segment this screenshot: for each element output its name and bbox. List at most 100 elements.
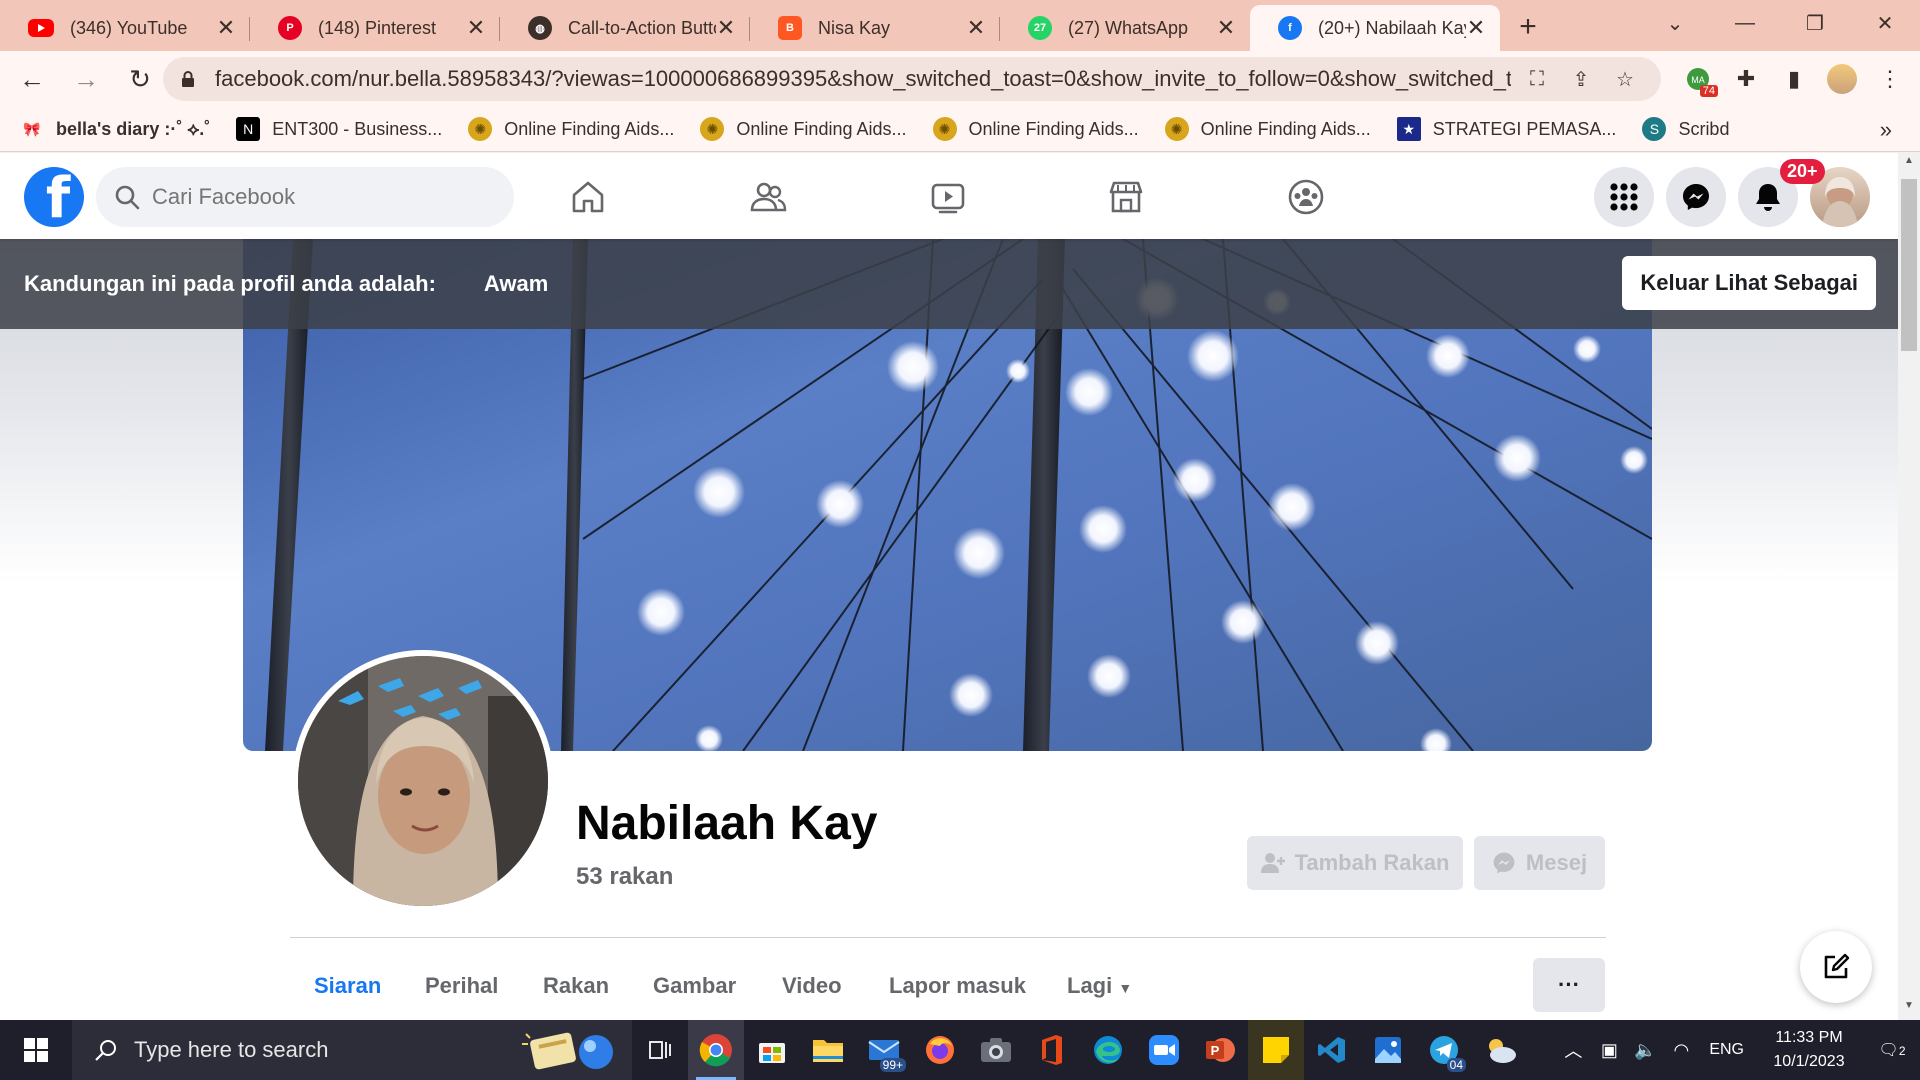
task-view-icon[interactable]	[632, 1020, 688, 1080]
extension-icon[interactable]: MA 74	[1674, 55, 1722, 103]
close-icon[interactable]: ✕	[1216, 15, 1236, 41]
scroll-up-arrow[interactable]: ▲	[1898, 155, 1920, 175]
bookmark-label: bella's diary :·˚ ⟡.˚	[56, 118, 211, 139]
profile-avatar[interactable]	[1818, 55, 1866, 103]
chevron-up-icon[interactable]: ︿	[1555, 1037, 1591, 1063]
bookmark-item[interactable]: 🎀 bella's diary :·˚ ⟡.˚	[20, 117, 210, 141]
sticky-notes-icon[interactable]	[1248, 1020, 1304, 1080]
messenger-button[interactable]	[1666, 167, 1726, 227]
page-scrollbar[interactable]: ▲ ▼	[1898, 153, 1920, 1020]
marketplace-tab[interactable]	[1066, 167, 1186, 227]
watch-tab[interactable]	[888, 167, 1008, 227]
tab-whatsapp[interactable]: 27 (27) WhatsApp ✕	[1000, 5, 1250, 51]
bookmarks-overflow-button[interactable]: »	[1880, 117, 1892, 143]
marketplace-icon	[1109, 181, 1143, 213]
tab-title: (346) YouTube	[70, 17, 188, 38]
bookmark-item[interactable]: ✺ Online Finding Aids...	[932, 117, 1139, 141]
minimize-button[interactable]: —	[1710, 0, 1780, 46]
new-tab-button[interactable]: +	[1508, 7, 1548, 47]
bookmark-item[interactable]: N ENT300 - Business...	[236, 117, 442, 141]
friend-count[interactable]: 53 rakan	[576, 863, 673, 891]
reload-button[interactable]: ↻	[118, 57, 162, 101]
bookmark-item[interactable]: ✺ Online Finding Aids...	[1164, 117, 1371, 141]
photos-icon[interactable]	[1360, 1020, 1416, 1080]
search-input[interactable]	[152, 184, 472, 210]
firefox-icon[interactable]	[912, 1020, 968, 1080]
puzzle-icon[interactable]: ✚	[1722, 55, 1770, 103]
new-message-button[interactable]	[1800, 931, 1872, 1003]
volume-icon[interactable]: 🔈	[1627, 1040, 1663, 1061]
clock[interactable]: 11:33 PM 10/1/2023	[1754, 1026, 1864, 1074]
profile-more-button[interactable]: ···	[1533, 958, 1605, 1012]
menu-kebab-icon[interactable]: ⋮	[1866, 55, 1914, 103]
close-icon[interactable]: ✕	[466, 15, 486, 41]
add-friend-button[interactable]: Tambah Rakan	[1247, 836, 1463, 890]
file-explorer-icon[interactable]	[800, 1020, 856, 1080]
facebook-search[interactable]	[96, 167, 514, 227]
language-indicator[interactable]: ENG	[1709, 1041, 1744, 1059]
bookmark-item[interactable]: ★ STRATEGI PEMASA...	[1396, 117, 1616, 141]
bookmark-item[interactable]: ✺ Online Finding Aids...	[468, 117, 674, 141]
menu-button[interactable]	[1594, 167, 1654, 227]
friends-tab[interactable]	[708, 167, 828, 227]
tab-search-icon[interactable]: ⌄	[1640, 0, 1710, 46]
tab-about[interactable]: Perihal	[425, 973, 498, 999]
zoom-icon[interactable]	[1136, 1020, 1192, 1080]
tab-friends[interactable]: Rakan	[543, 973, 609, 999]
close-icon[interactable]: ✕	[966, 15, 986, 41]
microsoft-store-icon[interactable]	[744, 1020, 800, 1080]
close-icon[interactable]: ✕	[216, 15, 236, 41]
notion-icon: N	[236, 117, 261, 141]
side-panel-icon[interactable]: ▮	[1770, 55, 1818, 103]
mail-badge: 99+	[879, 1058, 906, 1072]
mail-icon[interactable]: 99+	[856, 1020, 912, 1080]
start-button[interactable]	[0, 1020, 72, 1080]
powerpoint-icon[interactable]: P	[1192, 1020, 1248, 1080]
weather-icon[interactable]	[1472, 1020, 1528, 1080]
home-tab[interactable]	[528, 167, 648, 227]
seal-icon: ✺	[700, 117, 725, 141]
bookmark-item[interactable]: S Scribd	[1642, 117, 1729, 141]
translate-icon[interactable]: ⛶	[1519, 68, 1555, 91]
browser-tab-strip: (346) YouTube ✕ P (148) Pinterest ✕ ◍ Ca…	[0, 0, 1920, 51]
edge-icon[interactable]	[1080, 1020, 1136, 1080]
restore-button[interactable]: ❐	[1780, 0, 1850, 46]
tab-videos[interactable]: Video	[782, 973, 842, 999]
tab-posts[interactable]: Siaran	[314, 973, 381, 999]
tab-photos[interactable]: Gambar	[653, 973, 736, 999]
facebook-logo[interactable]: f	[24, 167, 84, 227]
tab-more[interactable]: Lagi ▼	[1067, 973, 1132, 999]
message-button[interactable]: Mesej	[1474, 836, 1605, 890]
profile-name: Nabilaah Kay	[576, 797, 878, 850]
profile-picture[interactable]	[298, 656, 548, 906]
tab-youtube[interactable]: (346) YouTube ✕	[0, 5, 250, 51]
scrollbar-thumb[interactable]	[1901, 179, 1917, 351]
wifi-icon[interactable]: ◠	[1663, 1040, 1699, 1061]
share-icon[interactable]: ⇪	[1563, 67, 1599, 92]
office-icon[interactable]	[1024, 1020, 1080, 1080]
bookmark-star-icon[interactable]: ☆	[1607, 67, 1643, 92]
close-window-button[interactable]: ✕	[1850, 0, 1920, 46]
groups-tab[interactable]	[1246, 167, 1366, 227]
address-bar[interactable]: facebook.com/nur.bella.58958343/?viewas=…	[163, 57, 1661, 101]
tab-pinterest[interactable]: P (148) Pinterest ✕	[250, 5, 500, 51]
bookmark-item[interactable]: ✺ Online Finding Aids...	[700, 117, 907, 141]
tab-call-to-action[interactable]: ◍ Call-to-Action Butto ✕	[500, 5, 750, 51]
vscode-icon[interactable]	[1304, 1020, 1360, 1080]
camera-icon[interactable]	[968, 1020, 1024, 1080]
notification-center-icon[interactable]: 🗨2	[1864, 1040, 1920, 1060]
taskbar-search[interactable]: Type here to search	[72, 1020, 632, 1080]
star-flag-icon: ★	[1396, 117, 1421, 141]
close-icon[interactable]: ✕	[1466, 15, 1486, 41]
scroll-down-arrow[interactable]: ▼	[1898, 1000, 1920, 1020]
tab-facebook[interactable]: f (20+) Nabilaah Kay ✕	[1250, 5, 1500, 51]
tab-check-ins[interactable]: Lapor masuk	[889, 973, 1026, 999]
tab-nisa-kay[interactable]: B Nisa Kay ✕	[750, 5, 1000, 51]
close-icon[interactable]: ✕	[716, 15, 736, 41]
network-status-icon[interactable]: ▣	[1591, 1040, 1627, 1061]
chrome-taskbar-icon[interactable]	[688, 1020, 744, 1080]
exit-view-as-button[interactable]: Keluar Lihat Sebagai	[1622, 256, 1876, 310]
back-button[interactable]: ←	[10, 57, 54, 101]
forward-button[interactable]: →	[64, 57, 108, 101]
telegram-icon[interactable]: 04	[1416, 1020, 1472, 1080]
